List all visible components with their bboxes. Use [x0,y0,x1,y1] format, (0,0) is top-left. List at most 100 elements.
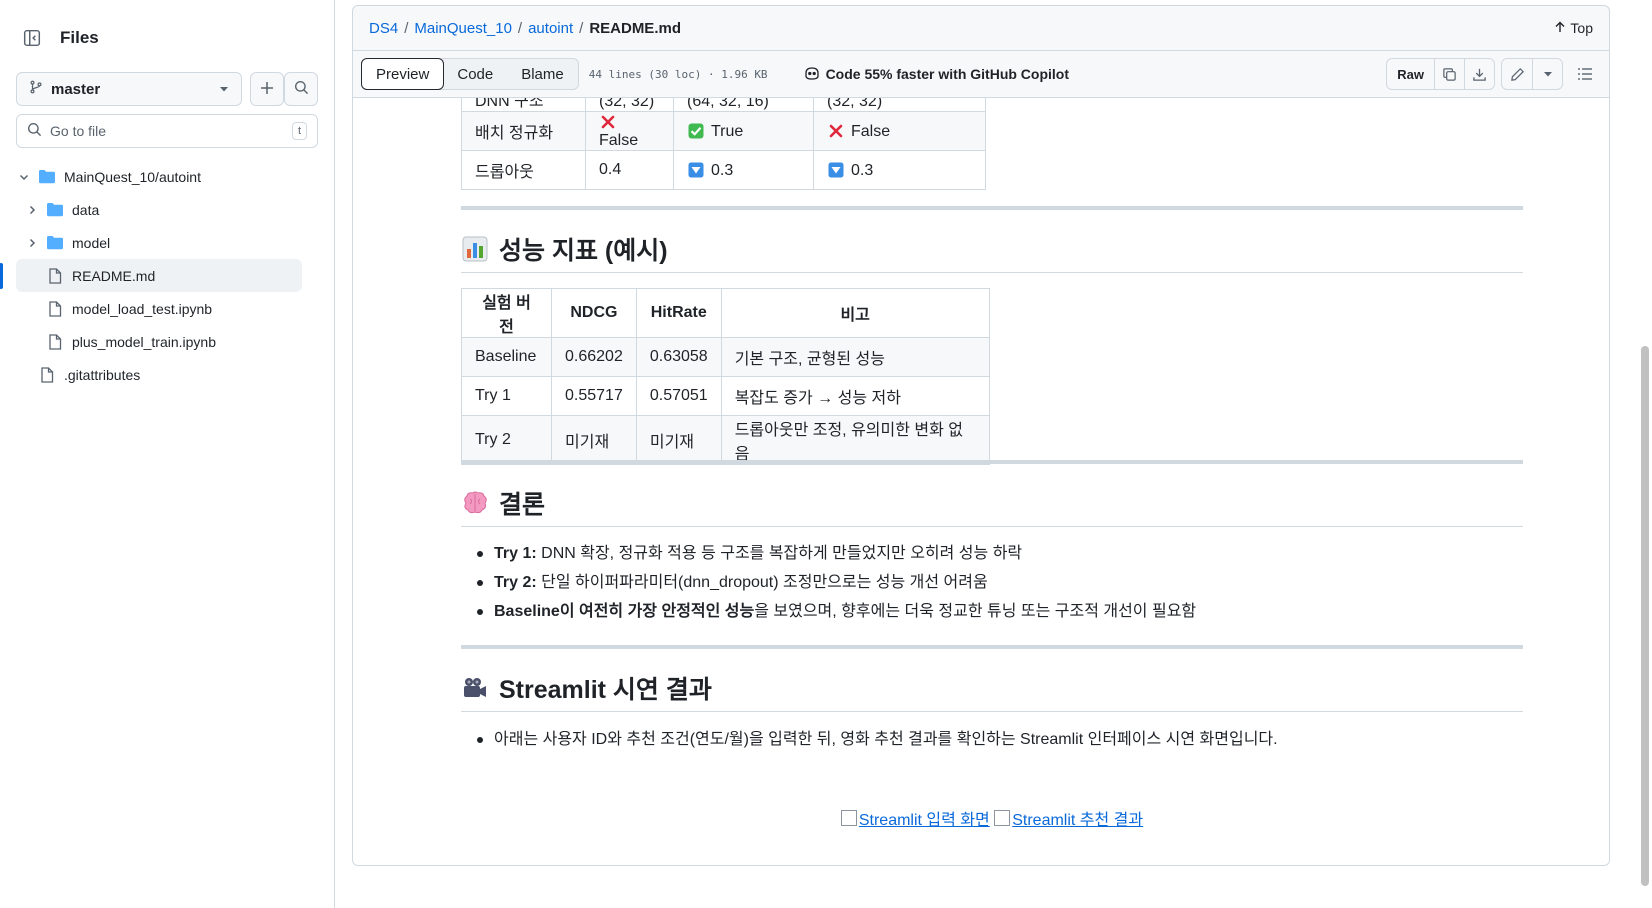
copilot-promo[interactable]: Code 55% faster with GitHub Copilot [804,65,1069,84]
tree-file-gitattributes[interactable]: .gitattributes [0,358,335,391]
branch-selector[interactable]: master [16,72,242,106]
table-cell: Baseline [461,337,552,377]
list-item: Try 2: 단일 하이퍼파라미터(dnn_dropout) 조정만으로는 성능… [461,568,1196,597]
bar-chart-emoji-icon [461,235,489,263]
outline-list-icon[interactable] [1569,58,1601,90]
hyperparameter-table: DNN 구조 (32, 32) (64, 32, 16) (32, 32) 배치… [461,98,986,190]
table-cell: 0.57051 [635,376,722,416]
list-item: 아래는 사용자 ID와 추천 조건(연도/월)을 입력한 뒤, 영화 추천 결과… [461,725,1278,754]
breadcrumb-link-autoint[interactable]: autoint [528,20,573,37]
table-cell: 0.55717 [551,376,637,416]
search-code-button[interactable] [284,72,318,106]
table-cell: 0.63058 [635,337,722,377]
table-header-cell: 비고 [720,288,990,338]
chevron-right-icon[interactable] [24,237,40,249]
tree-file-readme[interactable]: README.md [16,259,302,292]
file-icon [46,300,64,317]
table-cell: 미기재 [635,415,722,465]
image-link-streamlit-input[interactable]: Streamlit 입력 화면 [840,806,990,830]
table-cell: (32, 32) [813,98,986,112]
horizontal-rule [461,206,1523,210]
arrow-up-icon [1554,20,1566,36]
top-label: Top [1570,20,1593,36]
table-row: Baseline 0.66202 0.63058 기본 구조, 균형된 성능 [461,337,990,377]
file-actions: Raw [1386,58,1601,90]
list-item-text: DNN 확장, 정규화 적용 등 구조를 복잡하게 만들었지만 오히려 성능 하… [536,545,1023,562]
tree-item-label: README.md [72,267,156,284]
demo-image-links: Streamlit 입력 화면 Streamlit 추천 결과 [461,806,1523,831]
go-to-file-input[interactable] [50,123,284,139]
plus-icon [260,81,274,98]
add-file-button[interactable] [250,72,284,106]
tree-item-label: MainQuest_10/autoint [64,168,201,185]
chevron-down-icon[interactable] [16,171,32,183]
table-header-cell: NDCG [551,288,637,338]
image-alt-text: Streamlit 추천 결과 [1012,812,1144,829]
list-item: Try 1: DNN 확장, 정규화 적용 등 구조를 복잡하게 만들었지만 오… [461,539,1196,568]
breadcrumb-separator: / [579,19,584,37]
tree-folder-mainquest[interactable]: MainQuest_10/autoint [0,160,335,193]
tab-preview[interactable]: Preview [361,58,445,90]
breadcrumb-link-ds4[interactable]: DS4 [369,20,398,37]
page-scrollbar[interactable] [1638,0,1652,908]
table-cell: False [585,111,674,151]
raw-button[interactable]: Raw [1387,59,1434,89]
table-cell: 복잡도 증가 → 성능 저하 [720,376,990,416]
table-cell: DNN 구조 [461,98,586,112]
table-row: Try 2 미기재 미기재 드롭아웃만 조정, 유의미한 변화 없음 [461,415,990,465]
cell-text: False [599,131,639,149]
file-icon [46,267,64,284]
table-cell: 기본 구조, 균형된 성능 [720,337,990,377]
table-cell: 드롭아웃만 조정, 유의미한 변화 없음 [720,415,990,465]
table-cell: True [673,111,814,151]
scrollbar-thumb[interactable] [1641,346,1649,886]
table-row: 드롭아웃 0.4 0.3 0.3 [461,150,986,190]
caret-down-icon [219,81,229,98]
table-cell: 배치 정규화 [461,111,586,151]
tree-file-model-load-test[interactable]: model_load_test.ipynb [0,292,335,325]
scroll-to-top-button[interactable]: Top [1554,20,1593,36]
folder-open-icon [38,169,56,184]
search-icon [294,80,309,98]
image-link-streamlit-result[interactable]: Streamlit 추천 결과 [994,806,1143,830]
breadcrumb-separator: / [404,19,409,37]
heading-text: 성능 지표 (예시) [499,236,668,265]
sidebar-title: Files [60,28,99,47]
cell-text: True [711,122,744,140]
tree-file-plus-model-train[interactable]: plus_model_train.ipynb [0,325,335,358]
tree-item-label: model_load_test.ipynb [72,300,213,317]
folder-icon [46,235,64,250]
copilot-icon [804,65,820,84]
file-icon [46,333,64,350]
tab-blame[interactable]: Blame [507,59,578,89]
table-cell: (32, 32) [585,98,674,112]
cell-text: 0.3 [711,161,734,179]
table-row: Try 1 0.55717 0.57051 복잡도 증가 → 성능 저하 [461,376,990,416]
table-row: DNN 구조 (32, 32) (64, 32, 16) (32, 32) [461,98,986,112]
copy-icon[interactable] [1434,59,1464,89]
chevron-right-icon[interactable] [24,204,40,216]
git-branch-icon [29,80,43,98]
horizontal-rule [461,645,1523,649]
readme-content: DNN 구조 (32, 32) (64, 32, 16) (32, 32) 배치… [352,98,1610,866]
table-cell: (64, 32, 16) [673,98,814,112]
cell-text: False [851,122,891,140]
tree-item-label: model [72,234,111,251]
collapse-sidebar-icon[interactable] [16,22,48,54]
breadcrumb-link-mainquest[interactable]: MainQuest_10 [414,20,512,37]
table-row: 배치 정규화 False True False [461,111,986,151]
tree-folder-data[interactable]: data [0,193,335,226]
tree-item-label: plus_model_train.ipynb [72,333,216,350]
pencil-icon[interactable] [1502,59,1532,89]
file-icon [38,366,56,383]
tab-code[interactable]: Code [443,59,507,89]
broken-image-icon [994,810,1011,826]
cross-mark-icon [827,122,845,140]
table-cell: 0.3 [813,150,986,190]
caret-down-icon[interactable] [1532,59,1562,89]
search-icon [27,122,42,140]
go-to-file-field[interactable]: t [16,114,318,148]
tree-folder-model[interactable]: model [0,226,335,259]
download-icon[interactable] [1464,59,1494,89]
list-item: Baseline이 여전히 가장 안정적인 성능을 보였으며, 향후에는 더욱 … [461,597,1196,626]
